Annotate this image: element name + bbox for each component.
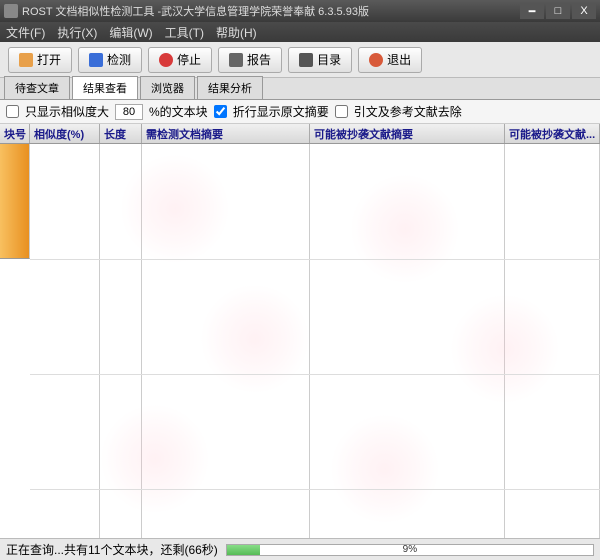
- progress-bar: 9%: [226, 544, 594, 556]
- tab-results[interactable]: 结果查看: [72, 76, 138, 99]
- stop-button[interactable]: 停止: [148, 47, 212, 73]
- status-text: 正在查询...共有11个文本块，还剩(66秒): [6, 541, 218, 558]
- col-body-2: [100, 144, 142, 538]
- only-show-checkbox[interactable]: [6, 105, 19, 118]
- progress-fill: [227, 545, 260, 555]
- menu-tool[interactable]: 工具(T): [165, 24, 204, 41]
- col-body-1: [30, 144, 100, 538]
- exit-button[interactable]: 退出: [358, 47, 422, 73]
- window-title: ROST 文档相似性检测工具 -武汉大学信息管理学院荣誉奉献 6.3.5.93版: [22, 3, 520, 19]
- menu-bar: 文件(F) 执行(X) 编辑(W) 工具(T) 帮助(H): [0, 22, 600, 42]
- title-bar: ROST 文档相似性检测工具 -武汉大学信息管理学院荣誉奉献 6.3.5.93版…: [0, 0, 600, 22]
- toc-icon: [299, 53, 313, 67]
- report-label: 报告: [247, 51, 271, 68]
- maximize-button[interactable]: □: [546, 3, 570, 19]
- wrap-label: 折行显示原文摘要: [233, 103, 329, 120]
- open-label: 打开: [37, 51, 61, 68]
- stop-label: 停止: [177, 51, 201, 68]
- exit-label: 退出: [387, 51, 411, 68]
- check-button[interactable]: 检测: [78, 47, 142, 73]
- ref-remove-checkbox[interactable]: [335, 105, 348, 118]
- threshold-suffix: %的文本块: [149, 103, 208, 120]
- menu-edit[interactable]: 编辑(W): [109, 24, 152, 41]
- open-button[interactable]: 打开: [8, 47, 72, 73]
- toc-button[interactable]: 目录: [288, 47, 352, 73]
- menu-run[interactable]: 执行(X): [57, 24, 97, 41]
- row-header-gutter: [0, 144, 30, 259]
- results-table: 块号 相似度(%) 长度 需检测文档摘要 可能被抄袭文献摘要 可能被抄袭文献..…: [0, 124, 600, 538]
- ref-remove-label: 引文及参考文献去除: [354, 103, 462, 120]
- exit-icon: [369, 53, 383, 67]
- grid-line: [30, 374, 600, 375]
- tab-browser[interactable]: 浏览器: [140, 76, 195, 99]
- wrap-checkbox[interactable]: [214, 105, 227, 118]
- tab-pending[interactable]: 待查文章: [4, 76, 70, 99]
- col-block-no[interactable]: 块号: [0, 124, 30, 143]
- col-body-3: [142, 144, 310, 538]
- progress-percent: 9%: [403, 544, 417, 555]
- check-icon: [89, 53, 103, 67]
- window-controls: ━ □ X: [520, 3, 596, 19]
- minimize-button[interactable]: ━: [520, 3, 544, 19]
- toc-label: 目录: [317, 51, 341, 68]
- grid-line: [30, 489, 600, 490]
- grid-line: [30, 259, 600, 260]
- tab-strip: 待查文章 结果查看 浏览器 结果分析: [0, 78, 600, 100]
- col-length[interactable]: 长度: [100, 124, 142, 143]
- only-show-label: 只显示相似度大: [25, 103, 109, 120]
- app-icon: [4, 4, 18, 18]
- col-body-5: [505, 144, 600, 538]
- filter-bar: 只显示相似度大 %的文本块 折行显示原文摘要 引文及参考文献去除: [0, 100, 600, 124]
- close-button[interactable]: X: [572, 3, 596, 19]
- col-source-abstract[interactable]: 可能被抄袭文献摘要: [310, 124, 505, 143]
- stop-icon: [159, 53, 173, 67]
- tab-analysis[interactable]: 结果分析: [197, 76, 263, 99]
- check-label: 检测: [107, 51, 131, 68]
- col-doc-abstract[interactable]: 需检测文档摘要: [142, 124, 310, 143]
- open-icon: [19, 53, 33, 67]
- report-button[interactable]: 报告: [218, 47, 282, 73]
- col-body-4: [310, 144, 505, 538]
- col-similarity[interactable]: 相似度(%): [30, 124, 100, 143]
- col-source-doc[interactable]: 可能被抄袭文献...: [505, 124, 600, 143]
- status-bar: 正在查询...共有11个文本块，还剩(66秒) 9%: [0, 538, 600, 560]
- report-icon: [229, 53, 243, 67]
- toolbar: 打开 检测 停止 报告 目录 退出: [0, 42, 600, 78]
- menu-file[interactable]: 文件(F): [6, 24, 45, 41]
- table-header: 块号 相似度(%) 长度 需检测文档摘要 可能被抄袭文献摘要 可能被抄袭文献..…: [0, 124, 600, 144]
- menu-help[interactable]: 帮助(H): [216, 24, 257, 41]
- threshold-input[interactable]: [115, 104, 143, 120]
- table-body: [0, 144, 600, 538]
